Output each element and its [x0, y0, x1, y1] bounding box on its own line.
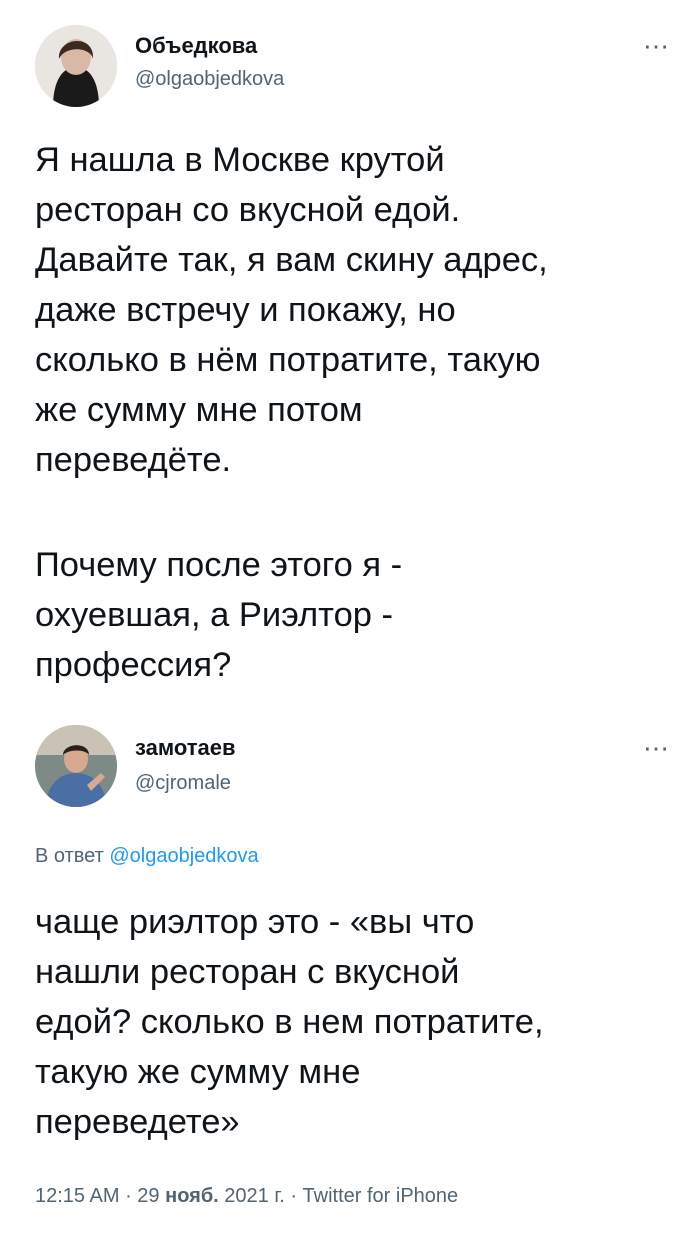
username[interactable]: @olgaobjedkova [135, 68, 284, 91]
tweet-date-year[interactable]: 2021 г. [224, 1185, 284, 1207]
username[interactable]: @cjromale [135, 772, 231, 795]
display-name[interactable]: замотаев [135, 735, 236, 761]
original-tweet: Объедкова @olgaobjedkova ⋯ Я нашла в Мос… [0, 0, 700, 700]
tweet-date-day[interactable]: 29 [137, 1185, 159, 1207]
tweet-text: чаще риэлтор это - «вы что нашли рестора… [35, 903, 544, 1141]
tweet-metadata: 12:15 AM · 29 нояб. 2021 г. · Twitter fo… [35, 1185, 458, 1208]
reply-prefix: В ответ [35, 845, 104, 867]
more-options-icon[interactable]: ⋯ [643, 33, 670, 59]
tweet-time[interactable]: 12:15 AM [35, 1185, 120, 1207]
tweet-text-paragraph-1: Я нашла в Москве крутой ресторан со вкус… [35, 141, 548, 479]
avatar-photo-icon [35, 25, 117, 107]
more-options-icon[interactable]: ⋯ [643, 735, 670, 761]
tweet-text-paragraph-2: Почему после этого я - охуевшая, а Риэлт… [35, 546, 403, 684]
avatar[interactable] [35, 725, 117, 807]
tweet-date-month[interactable]: нояб. [165, 1185, 219, 1207]
avatar-photo-icon [35, 725, 117, 807]
display-name[interactable]: Объедкова [135, 33, 257, 59]
separator: · [119, 1185, 138, 1207]
reply-handle-link[interactable]: @olgaobjedkova [109, 845, 258, 867]
separator: · [284, 1185, 303, 1207]
reply-tweet: замотаев @cjromale ⋯ В ответ @olgaobjedk… [0, 700, 700, 1180]
tweet-source[interactable]: Twitter for iPhone [303, 1185, 459, 1207]
avatar[interactable] [35, 25, 117, 107]
replying-to: В ответ @olgaobjedkova [35, 845, 259, 868]
